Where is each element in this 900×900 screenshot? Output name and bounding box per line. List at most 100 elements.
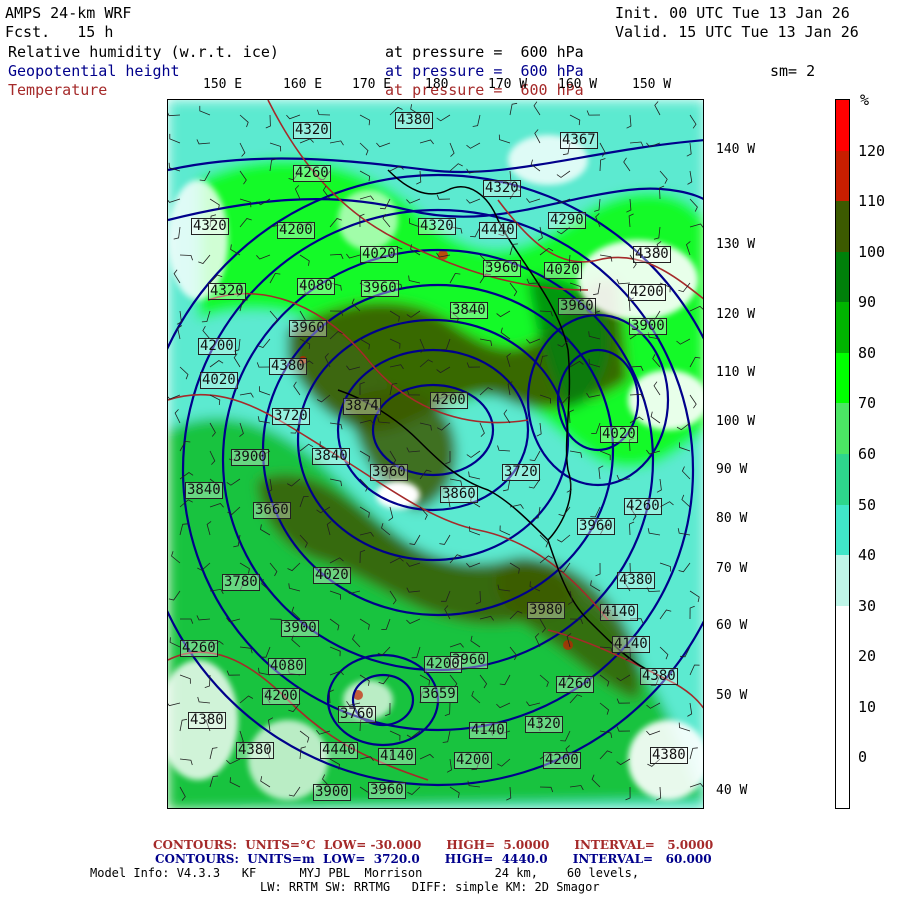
lon-label-150w: 150 W	[632, 77, 672, 92]
height-contour-label: 4260	[556, 676, 594, 693]
lat-label-40w: 40 W	[716, 783, 748, 798]
height-contour-label: 4380	[650, 747, 688, 764]
height-contour-label: 4320	[208, 283, 246, 300]
height-contour-label: 3874	[343, 398, 381, 415]
lon-label-170w: 170 W	[488, 77, 528, 92]
colorbar-segment	[836, 454, 849, 506]
model-title: AMPS 24-km WRF	[5, 4, 132, 22]
smoothing-label: sm= 2	[770, 62, 816, 80]
height-contour-label: 4200	[628, 284, 666, 301]
height-contour-label: 3960	[558, 298, 596, 315]
forecast-hour: Fcst. 15 h	[5, 23, 114, 41]
height-contour-label: 3760	[338, 706, 376, 723]
colorbar-tick-label: 50	[858, 495, 877, 514]
footer-model-info: Model Info: V4.3.3 KF MYJ PBL Morrison 2…	[90, 866, 640, 880]
height-contour-label: 4380	[395, 112, 433, 129]
height-contour-label: 4200	[262, 688, 300, 705]
height-contour-label: 3780	[222, 574, 260, 591]
height-contour-label: 4200	[430, 392, 468, 409]
height-contour-label: 4260	[293, 165, 331, 182]
colorbar-segment	[836, 201, 849, 254]
lon-label-160e: 160 E	[283, 77, 323, 92]
colorbar-tick-label: 20	[858, 647, 877, 666]
height-contour-label: 4020	[600, 426, 638, 443]
colorbar-tick-label: 110	[858, 192, 886, 211]
field-1-level: at pressure = 600 hPa	[385, 43, 584, 61]
height-contour-label: 4140	[612, 636, 650, 653]
height-contour-label: 3860	[440, 486, 478, 503]
height-contour-label: 4320	[525, 716, 563, 733]
height-contour-label: 4320	[483, 180, 521, 197]
lat-label-60w: 60 W	[716, 618, 748, 633]
lon-label-150e: 150 E	[203, 77, 243, 92]
colorbar	[835, 99, 850, 810]
field-2-name: Geopotential height	[8, 62, 180, 80]
colorbar-segment	[836, 100, 849, 152]
colorbar-unit: %	[860, 91, 870, 109]
height-contour-label: 4440	[320, 742, 358, 759]
height-contour-label: 3840	[312, 448, 350, 465]
colorbar-segment	[836, 757, 849, 810]
height-contour-label: 4260	[624, 498, 662, 515]
height-contour-label: 3900	[313, 784, 351, 801]
height-contour-label: 3900	[281, 620, 319, 637]
lat-label-50w: 50 W	[716, 688, 748, 703]
height-contour-label: 3960	[361, 280, 399, 297]
colorbar-tick-label: 0	[858, 748, 868, 767]
colorbar-segment	[836, 251, 849, 304]
height-contour-label: 4320	[418, 218, 456, 235]
colorbar-segment	[836, 656, 849, 709]
height-contour-label: 3660	[253, 502, 291, 519]
height-contour-label: 4020	[544, 262, 582, 279]
height-contour-label: 3960	[368, 782, 406, 799]
colorbar-segment	[836, 706, 849, 759]
height-contour-label: 4380	[188, 712, 226, 729]
colorbar-tick-label: 40	[858, 546, 877, 565]
lon-label-160w: 160 W	[558, 77, 598, 92]
height-contour-label: 4440	[479, 222, 517, 239]
height-contour-label: 4200	[198, 338, 236, 355]
height-contour-label: 4140	[469, 722, 507, 739]
colorbar-tick-label: 80	[858, 343, 877, 362]
height-contour-label: 4320	[191, 218, 229, 235]
height-contour-label: 4080	[297, 278, 335, 295]
height-contour-label: 4020	[200, 372, 238, 389]
lat-label-80w: 80 W	[716, 511, 748, 526]
height-contour-label: 4380	[236, 742, 274, 759]
height-contour-label: 3840	[450, 302, 488, 319]
colorbar-tick-label: 90	[858, 293, 877, 312]
colorbar-tick-label: 30	[858, 596, 877, 615]
lat-label-100w: 100 W	[716, 414, 756, 429]
height-contour-label: 4200	[277, 222, 315, 239]
init-time: Init. 00 UTC Tue 13 Jan 26	[615, 4, 850, 22]
height-contour-label: 3659	[420, 686, 458, 703]
height-contour-label: 3720	[502, 464, 540, 481]
height-contour-label: 3840	[185, 482, 223, 499]
height-contour-label: 4200	[543, 752, 581, 769]
height-contour-label: 3960	[289, 320, 327, 337]
height-contour-label: 3980	[527, 602, 565, 619]
height-contour-label: 4290	[548, 212, 586, 229]
lat-label-110w: 110 W	[716, 365, 756, 380]
colorbar-tick-label: 100	[858, 242, 886, 261]
field-3-level: at pressure = 600 hPa	[385, 81, 584, 99]
height-contour-label: 4020	[313, 567, 351, 584]
footer-temp-contours: CONTOURS: UNITS=°C LOW= -30.000 HIGH= 5.…	[153, 838, 714, 852]
colorbar-segment	[836, 302, 849, 355]
height-contour-label: 4020	[360, 246, 398, 263]
height-contour-label: 4367	[560, 132, 598, 149]
height-contour-label: 4380	[640, 668, 678, 685]
field-3-name: Temperature	[8, 81, 108, 99]
height-contour-label: 4380	[617, 572, 655, 589]
footer-height-contours: CONTOURS: UNITS=m LOW= 3720.0 HIGH= 4440…	[155, 852, 712, 866]
height-contour-label: 4200	[454, 752, 492, 769]
lat-label-90w: 90 W	[716, 462, 748, 477]
lat-label-140w: 140 W	[716, 142, 756, 157]
lat-label-130w: 130 W	[716, 237, 756, 252]
height-contour-label: 4320	[293, 122, 331, 139]
colorbar-segment	[836, 605, 849, 658]
footer-physics: LW: RRTM SW: RRTMG DIFF: simple KM: 2D S…	[260, 880, 600, 894]
height-contour-label: 4140	[378, 748, 416, 765]
colorbar-segment	[836, 555, 849, 608]
lat-label-70w: 70 W	[716, 561, 748, 576]
